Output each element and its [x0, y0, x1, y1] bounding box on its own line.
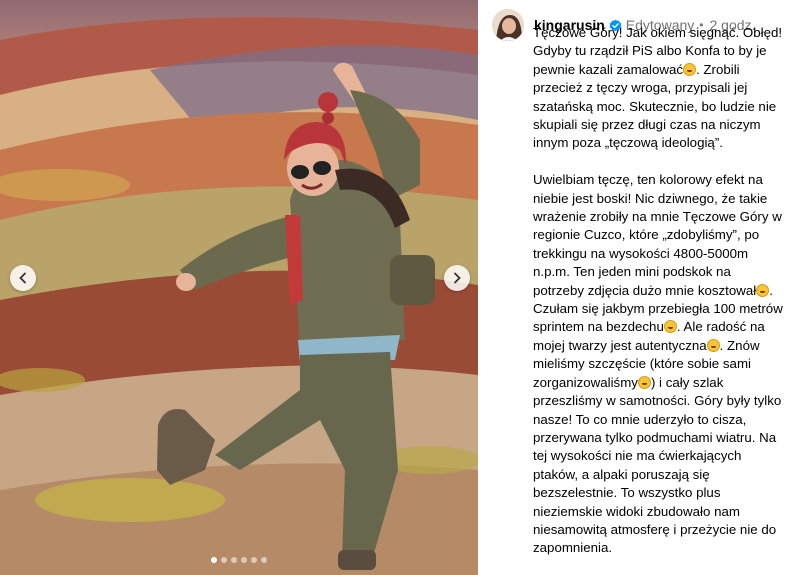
- carousel-dot: [221, 557, 227, 563]
- caption-text: Uwielbiam tęczę, ten kolorowy efekt na n…: [533, 172, 782, 298]
- rolling-laughing-emoji-icon: [663, 320, 677, 334]
- carousel-indicator: [0, 557, 478, 563]
- avatar[interactable]: [492, 9, 524, 41]
- laughing-emoji-icon: [756, 283, 770, 297]
- caption-paragraph: Uwielbiam tęczę, ten kolorowy efekt na n…: [533, 171, 783, 558]
- carousel-next-button[interactable]: [444, 265, 470, 291]
- chevron-left-icon: [19, 272, 26, 284]
- chevron-right-icon: [454, 272, 461, 284]
- caption-text: Tęczowe Góry! Jak okiem sięgnąć. Obłęd! …: [533, 25, 783, 77]
- carousel-dot: [261, 557, 267, 563]
- carousel-dot: [211, 557, 217, 563]
- smiling-emoji-icon: [637, 375, 651, 389]
- profile-photo: [492, 9, 524, 41]
- post-photo[interactable]: [0, 0, 478, 575]
- carousel-dot: [251, 557, 257, 563]
- laughing-emoji-icon: [683, 62, 697, 76]
- carousel-dot: [231, 557, 237, 563]
- rainbow-mountain-photo: [0, 0, 478, 575]
- grimacing-emoji-icon: [706, 338, 720, 352]
- caption-text: ) i cały szlak przeszliśmy w samotności.…: [533, 374, 782, 556]
- post-caption: Tęczowe Góry! Jak okiem sięgnąć. Obłęd! …: [533, 24, 783, 558]
- post-details: kingarusin Edytowany • 2 godz. Tęczowe G…: [478, 0, 795, 575]
- carousel-prev-button[interactable]: [10, 265, 36, 291]
- caption-paragraph: Tęczowe Góry! Jak okiem sięgnąć. Obłęd! …: [533, 24, 783, 153]
- carousel-dot: [241, 557, 247, 563]
